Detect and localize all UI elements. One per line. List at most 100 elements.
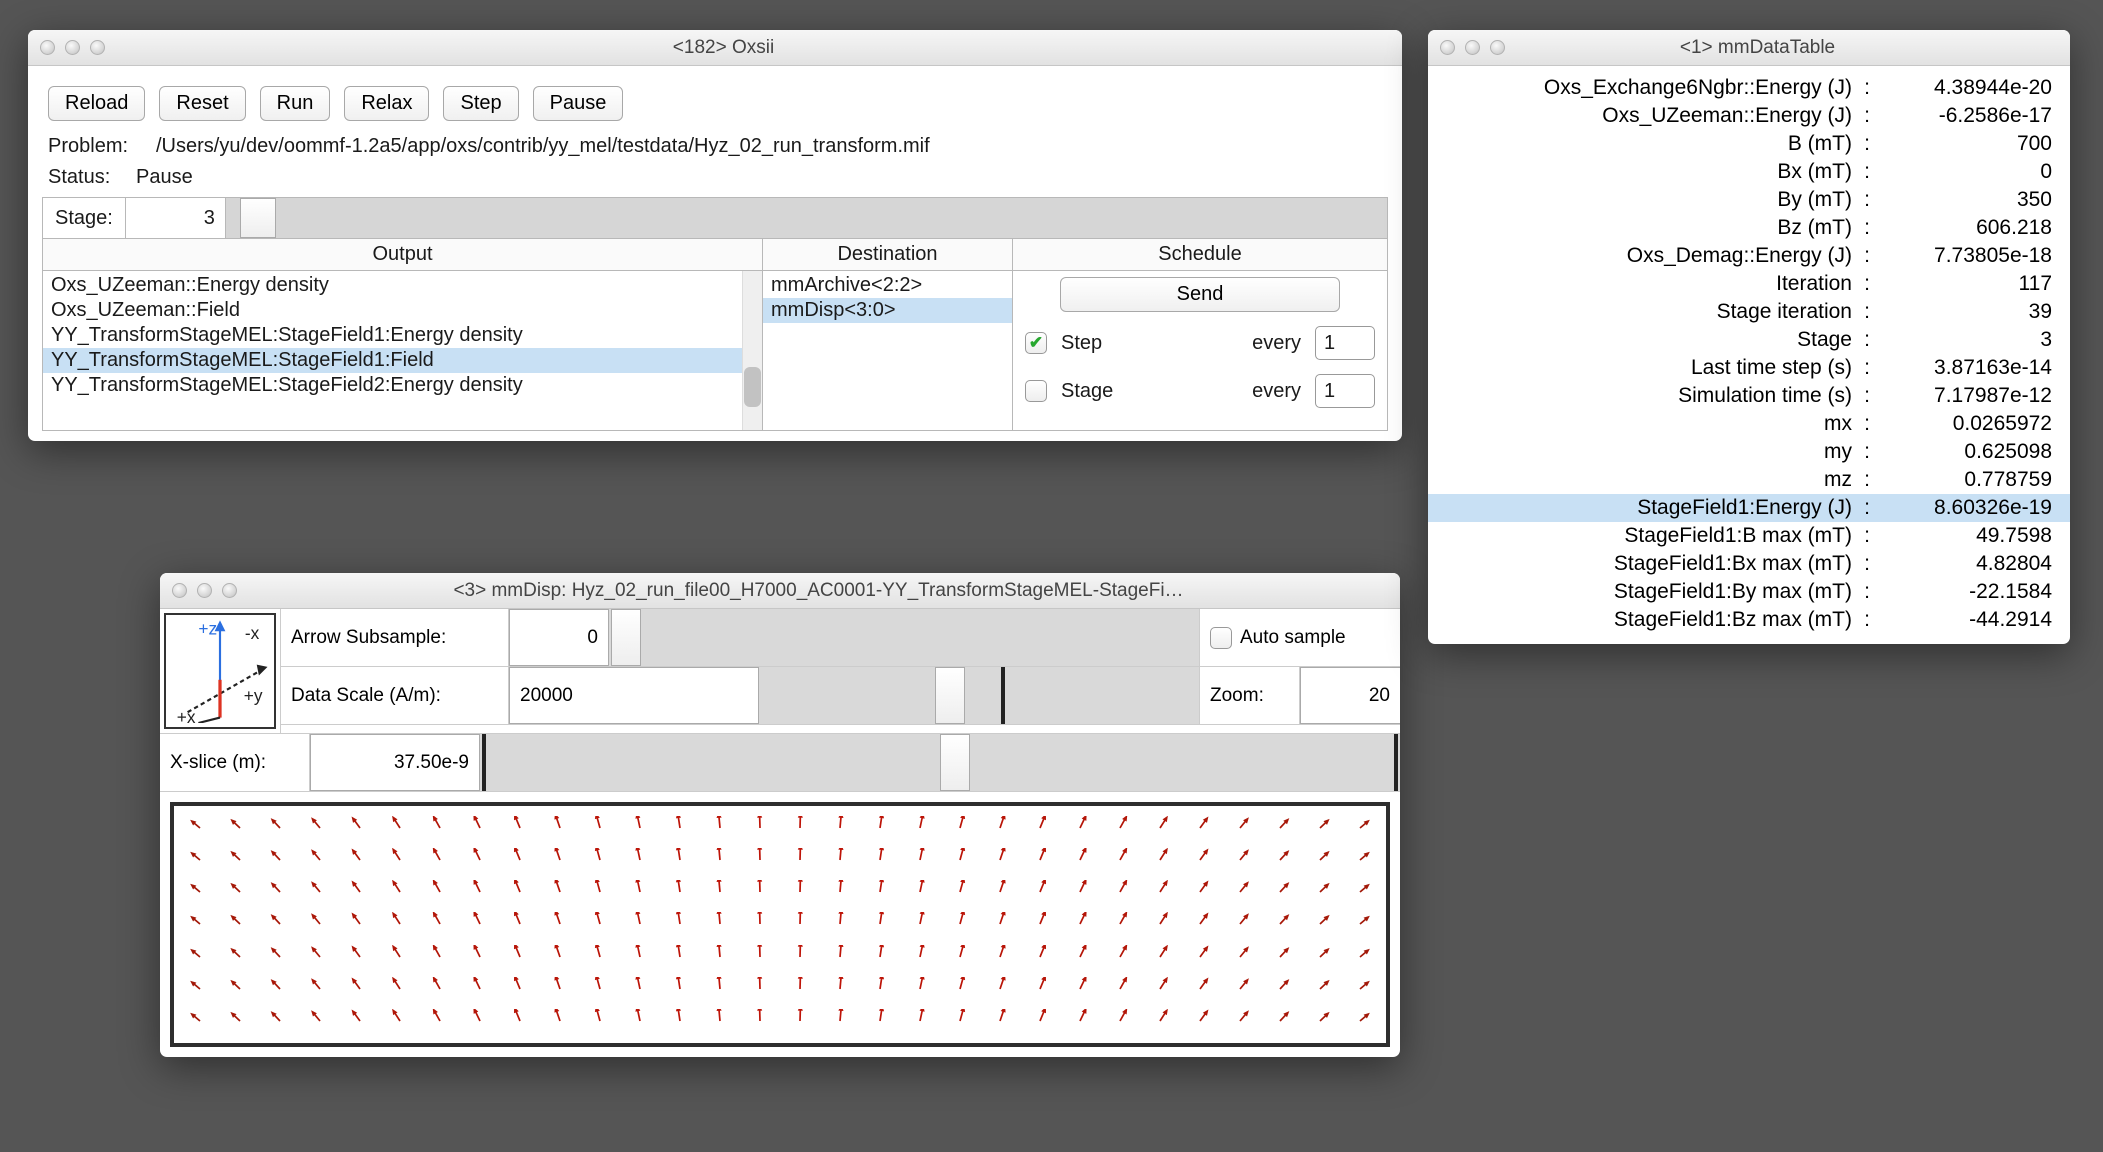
data-table-row[interactable]: Iteration:117 (1428, 270, 2070, 298)
data-scale-field[interactable]: 20000 (509, 667, 759, 724)
arrow-subsample-slider[interactable] (609, 609, 1200, 666)
vector-arrow (260, 908, 300, 940)
data-table-row[interactable]: B (mT):700 (1428, 130, 2070, 158)
reset-button[interactable]: Reset (159, 86, 245, 121)
stage-slider-thumb[interactable] (240, 198, 276, 238)
auto-sample-checkbox[interactable] (1210, 627, 1232, 649)
oxsii-title: <182> Oxsii (117, 37, 1330, 59)
vector-arrow (500, 973, 540, 1005)
vector-arrow (740, 908, 780, 940)
data-table-row[interactable]: mz:0.778759 (1428, 466, 2070, 494)
data-table-row[interactable]: Bx (mT):0 (1428, 158, 2070, 186)
pause-button[interactable]: Pause (533, 86, 624, 121)
vector-arrow (1180, 876, 1220, 908)
run-button[interactable]: Run (260, 86, 331, 121)
minimize-icon[interactable] (197, 583, 212, 598)
close-icon[interactable] (40, 40, 55, 55)
relax-button[interactable]: Relax (344, 86, 429, 121)
data-table-row[interactable]: Simulation time (s):7.17987e-12 (1428, 382, 2070, 410)
vector-arrow (500, 812, 540, 844)
output-listbox[interactable]: Oxs_UZeeman::Energy densityOxs_UZeeman::… (43, 271, 762, 430)
zoom-icon[interactable] (222, 583, 237, 598)
output-scrollbar[interactable] (742, 271, 762, 430)
data-scale-slider[interactable] (759, 667, 1200, 724)
step-button[interactable]: Step (443, 86, 518, 121)
data-table-row[interactable]: Last time step (s):3.87163e-14 (1428, 354, 2070, 382)
send-button[interactable]: Send (1060, 277, 1340, 312)
vector-arrow (380, 941, 420, 973)
data-table-row[interactable]: my:0.625098 (1428, 438, 2070, 466)
destination-list-item[interactable]: mmArchive<2:2> (763, 273, 1012, 298)
output-list-item[interactable]: Oxs_UZeeman::Energy density (43, 273, 762, 298)
window-traffic-lights[interactable] (1440, 40, 1505, 55)
reload-button[interactable]: Reload (48, 86, 145, 121)
output-list-item[interactable]: YY_TransformStageMEL:StageField1:Energy … (43, 323, 762, 348)
xslice-slider[interactable] (480, 734, 1400, 791)
vector-arrow (660, 941, 700, 973)
stage-every-field[interactable]: 1 (1315, 374, 1375, 408)
data-table-row[interactable]: Oxs_UZeeman::Energy (J):-6.2586e-17 (1428, 102, 2070, 130)
data-table-row[interactable]: Oxs_Demag::Energy (J):7.73805e-18 (1428, 242, 2070, 270)
close-icon[interactable] (1440, 40, 1455, 55)
arrow-subsample-field[interactable]: 0 (509, 609, 609, 666)
minimize-icon[interactable] (1465, 40, 1480, 55)
scroll-thumb[interactable] (744, 367, 761, 407)
zoom-field[interactable]: 20 (1300, 667, 1400, 724)
mmdatatable-titlebar[interactable]: <1> mmDataTable (1428, 30, 2070, 66)
stage-slider[interactable] (226, 198, 1387, 238)
data-table-row[interactable]: Oxs_Exchange6Ngbr::Energy (J):4.38944e-2… (1428, 74, 2070, 102)
vector-arrow (980, 876, 1020, 908)
data-value: 0.778759 (1876, 468, 2056, 492)
data-table-row[interactable]: Stage iteration:39 (1428, 298, 2070, 326)
vector-arrow (340, 1005, 380, 1037)
vector-arrow (1220, 812, 1260, 844)
data-key: B (mT) (1442, 132, 1858, 156)
vector-arrow (1140, 908, 1180, 940)
data-table-row[interactable]: By (mT):350 (1428, 186, 2070, 214)
data-table-row[interactable]: StageField1:Energy (J):8.60326e-19 (1428, 494, 2070, 522)
close-icon[interactable] (172, 583, 187, 598)
data-table-row[interactable]: StageField1:B max (mT):49.7598 (1428, 522, 2070, 550)
zoom-icon[interactable] (90, 40, 105, 55)
step-checkbox[interactable] (1025, 332, 1047, 354)
stage-checkbox[interactable] (1025, 380, 1047, 402)
vector-arrow (1020, 812, 1060, 844)
data-table-row[interactable]: mx:0.0265972 (1428, 410, 2070, 438)
window-traffic-lights[interactable] (40, 40, 105, 55)
vector-arrow (1020, 941, 1060, 973)
zoom-icon[interactable] (1490, 40, 1505, 55)
vector-arrow (460, 908, 500, 940)
zoom-label: Zoom: (1200, 667, 1300, 724)
coord-axes-icon[interactable]: +z -x +y +x (164, 613, 276, 729)
vector-arrow (740, 941, 780, 973)
output-list-item[interactable]: Oxs_UZeeman::Field (43, 298, 762, 323)
destination-listbox[interactable]: mmArchive<2:2>mmDisp<3:0> (763, 271, 1012, 430)
vector-arrow (1180, 1005, 1220, 1037)
vector-field-display[interactable] (170, 802, 1390, 1047)
mmdisp-titlebar[interactable]: <3> mmDisp: Hyz_02_run_file00_H7000_AC00… (160, 573, 1400, 609)
data-table-row[interactable]: StageField1:Bz max (mT):-44.2914 (1428, 606, 2070, 634)
slider-thumb[interactable] (935, 667, 965, 724)
data-table-row[interactable]: StageField1:By max (mT):-22.1584 (1428, 578, 2070, 606)
vector-arrow (500, 876, 540, 908)
vector-arrow (460, 941, 500, 973)
destination-list-item[interactable]: mmDisp<3:0> (763, 298, 1012, 323)
vector-arrow (340, 973, 380, 1005)
output-list-item[interactable]: YY_TransformStageMEL:StageField1:Field (43, 348, 762, 373)
data-value: 8.60326e-19 (1876, 496, 2056, 520)
vector-arrow (460, 1005, 500, 1037)
data-table-row[interactable]: Stage:3 (1428, 326, 2070, 354)
slider-thumb[interactable] (940, 734, 970, 791)
step-every-field[interactable]: 1 (1315, 326, 1375, 360)
window-traffic-lights[interactable] (172, 583, 237, 598)
data-table-row[interactable]: StageField1:Bx max (mT):4.82804 (1428, 550, 2070, 578)
slider-thumb[interactable] (611, 609, 641, 666)
xslice-field[interactable]: 37.50e-9 (310, 734, 480, 791)
output-list-item[interactable]: YY_TransformStageMEL:StageField2:Energy … (43, 373, 762, 398)
oxsii-titlebar[interactable]: <182> Oxsii (28, 30, 1402, 66)
vector-arrow (220, 1005, 260, 1037)
data-table-row[interactable]: Bz (mT):606.218 (1428, 214, 2070, 242)
vector-arrow (860, 908, 900, 940)
minimize-icon[interactable] (65, 40, 80, 55)
vector-arrow (580, 941, 620, 973)
